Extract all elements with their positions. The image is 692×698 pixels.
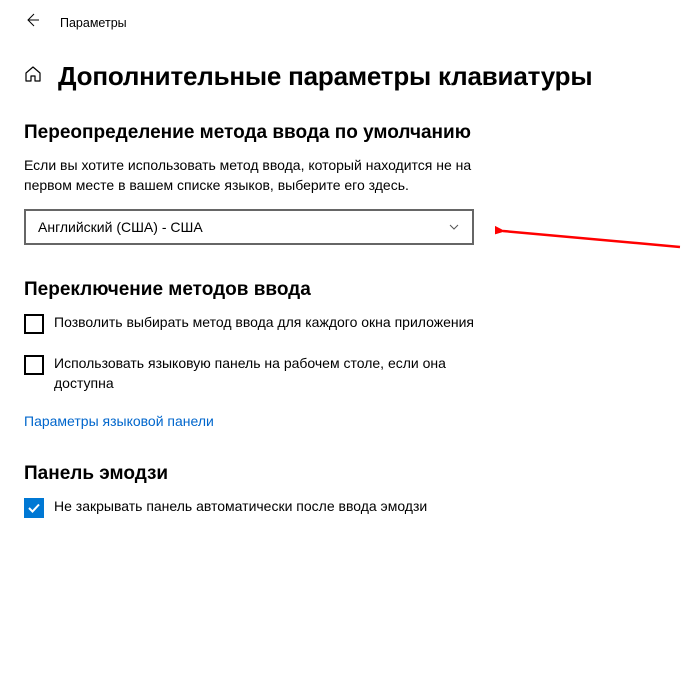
checkbox-per-window[interactable] — [24, 314, 44, 334]
window-title: Параметры — [60, 16, 127, 30]
back-button[interactable] — [24, 12, 40, 33]
section-default-input-override: Переопределение метода ввода по умолчани… — [24, 122, 668, 245]
page-title: Дополнительные параметры клавиатуры — [58, 61, 592, 92]
chevron-down-icon — [448, 221, 460, 233]
checkbox-langbar[interactable] — [24, 355, 44, 375]
section-input-switching: Переключение методов ввода Позволить выб… — [24, 279, 668, 429]
checkbox-per-window-label: Позволить выбирать метод ввода для каждо… — [54, 313, 474, 333]
home-icon[interactable] — [24, 65, 42, 88]
section-desc-override: Если вы хотите использовать метод ввода,… — [24, 156, 484, 195]
checkbox-emoji-noautoclose-label: Не закрывать панель автоматически после … — [54, 497, 427, 517]
section-heading-switching: Переключение методов ввода — [24, 279, 668, 301]
checkbox-emoji-noautoclose[interactable] — [24, 498, 44, 518]
default-input-dropdown[interactable]: Английский (США) - США — [24, 209, 474, 245]
dropdown-selected-value: Английский (США) - США — [38, 219, 203, 235]
section-emoji-panel: Панель эмодзи Не закрывать панель автома… — [24, 463, 668, 518]
checkbox-langbar-label: Использовать языковую панель на рабочем … — [54, 354, 484, 393]
section-heading-override: Переопределение метода ввода по умолчани… — [24, 122, 668, 144]
langbar-settings-link[interactable]: Параметры языковой панели — [24, 413, 214, 429]
section-heading-emoji: Панель эмодзи — [24, 463, 668, 485]
